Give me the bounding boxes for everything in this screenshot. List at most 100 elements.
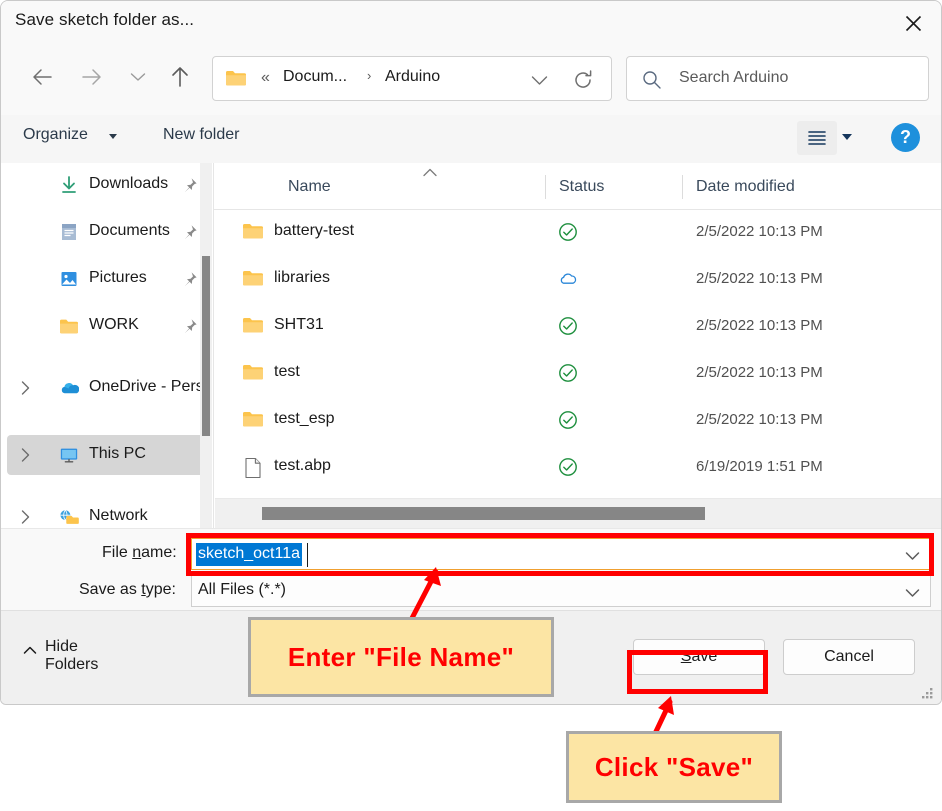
sidebar-item-onedrive[interactable]: OneDrive - Perso: [7, 368, 212, 408]
file-date-modified: 2/5/2022 10:13 PM: [696, 317, 823, 334]
dialog-title: Save sketch folder as...: [15, 10, 195, 29]
new-folder-button[interactable]: New folder: [163, 126, 239, 144]
file-name[interactable]: libraries: [274, 269, 330, 287]
breadcrumb-item-documents[interactable]: Docum...: [283, 68, 347, 86]
synced-check-icon: [558, 316, 578, 336]
sidebar-item-label: Documents: [89, 222, 170, 239]
column-header-date-modified[interactable]: Date modified: [696, 178, 795, 196]
document-icon: [59, 222, 79, 242]
save-as-type-label: Save as type:: [79, 581, 176, 598]
network-icon: [59, 507, 79, 527]
annotation-callout-save: Click "Save": [566, 731, 782, 803]
file-date-modified: 2/5/2022 10:13 PM: [696, 270, 823, 287]
command-bar: Organize New folder ?: [1, 115, 941, 164]
file-name-chevron-down-icon[interactable]: [905, 548, 920, 566]
folder-icon: [242, 410, 264, 432]
folder-icon: [59, 316, 79, 336]
column-header-name[interactable]: Name: [288, 178, 331, 196]
organize-button[interactable]: Organize: [23, 126, 88, 144]
save-as-dialog: Save sketch folder as... « Docum... › Ar…: [0, 0, 942, 705]
table-row[interactable]: test 2/5/2022 10:13 PM: [214, 350, 941, 397]
sidebar-item-label: WORK: [89, 316, 139, 333]
chevron-right-icon[interactable]: [21, 510, 30, 527]
table-row[interactable]: SHT31 2/5/2022 10:13 PM: [214, 303, 941, 350]
folder-icon: [242, 269, 264, 291]
pin-icon[interactable]: [182, 177, 198, 198]
search-icon: [642, 70, 662, 95]
up-icon[interactable]: [161, 57, 199, 97]
recent-locations-chevron-down-icon[interactable]: [119, 57, 157, 97]
organize-caret-icon[interactable]: [109, 134, 117, 139]
address-bar[interactable]: « Docum... › Arduino: [212, 56, 612, 101]
file-name[interactable]: test_esp: [274, 410, 334, 428]
cancel-button[interactable]: Cancel: [783, 639, 915, 675]
file-list-horizontal-scrollbar-thumb[interactable]: [262, 507, 705, 520]
sidebar-item-label: This PC: [89, 445, 146, 462]
chevron-right-icon[interactable]: [21, 448, 30, 465]
file-name[interactable]: test: [274, 363, 300, 381]
sidebar-scrollbar-thumb[interactable]: [202, 256, 210, 436]
pin-icon[interactable]: [182, 318, 198, 339]
back-icon[interactable]: [23, 57, 61, 97]
sidebar-item-label: OneDrive - Perso: [89, 378, 212, 395]
sidebar-item-this-pc[interactable]: This PC: [7, 435, 212, 475]
navigation-sidebar[interactable]: Downloads Documents Pictures WORK OneDri…: [1, 163, 212, 528]
view-caret-icon[interactable]: [842, 134, 852, 140]
file-list-horizontal-scrollbar[interactable]: [215, 498, 941, 528]
file-name-input[interactable]: sketch_oct11a: [191, 538, 931, 570]
pin-icon[interactable]: [182, 271, 198, 292]
chevron-right-icon[interactable]: [21, 381, 30, 398]
file-name[interactable]: battery-test: [274, 222, 354, 240]
file-list-header: Name Status Date modified: [214, 163, 941, 210]
screenshot-root: Save sketch folder as... « Docum... › Ar…: [0, 0, 942, 811]
view-list-icon[interactable]: [797, 121, 837, 155]
pin-icon[interactable]: [182, 224, 198, 245]
address-chevron-down-icon[interactable]: [525, 68, 553, 92]
file-date-modified: 2/5/2022 10:13 PM: [696, 411, 823, 428]
save-as-type-select[interactable]: All Files (*.*): [191, 575, 931, 607]
hide-folders-label: Hide Folders: [45, 638, 99, 673]
resize-grip-icon[interactable]: [922, 687, 934, 699]
save-as-type-chevron-down-icon[interactable]: [905, 585, 920, 603]
sidebar-item-network[interactable]: Network: [7, 497, 212, 528]
synced-check-icon: [558, 457, 578, 477]
table-row[interactable]: battery-test 2/5/2022 10:13 PM: [214, 209, 941, 256]
folder-icon: [242, 222, 264, 244]
breadcrumb-item-arduino[interactable]: Arduino: [385, 68, 440, 86]
file-date-modified: 2/5/2022 10:13 PM: [696, 223, 823, 240]
column-header-status[interactable]: Status: [559, 178, 604, 196]
table-row[interactable]: test.abp 6/19/2019 1:51 PM: [214, 444, 941, 491]
column-divider[interactable]: [545, 175, 546, 199]
file-name-label: File name:: [102, 544, 177, 561]
folder-icon: [242, 316, 264, 338]
close-icon[interactable]: [885, 1, 941, 45]
sidebar-scrollbar[interactable]: [200, 163, 212, 528]
sort-ascending-icon: [422, 165, 438, 180]
sidebar-item-downloads[interactable]: Downloads: [7, 165, 212, 205]
search-input[interactable]: Search Arduino: [679, 69, 788, 87]
synced-check-icon: [558, 222, 578, 242]
save-form: File name: sketch_oct11a Save as type: A…: [1, 528, 941, 611]
file-name-input-value[interactable]: sketch_oct11a: [196, 543, 302, 566]
table-row[interactable]: libraries 2/5/2022 10:13 PM: [214, 256, 941, 303]
file-name[interactable]: SHT31: [274, 316, 324, 334]
help-icon[interactable]: ?: [891, 123, 920, 152]
column-divider[interactable]: [682, 175, 683, 199]
annotation-callout-file-name: Enter "File Name": [248, 617, 554, 697]
onedrive-icon: [59, 378, 79, 398]
search-box[interactable]: Search Arduino: [626, 56, 929, 101]
breadcrumb-separator[interactable]: ›: [367, 68, 371, 83]
text-caret: [307, 543, 308, 567]
file-list[interactable]: Name Status Date modified battery-test 2…: [213, 163, 941, 528]
refresh-icon[interactable]: [569, 67, 597, 93]
folder-icon: [225, 69, 247, 92]
forward-icon[interactable]: [73, 57, 111, 97]
table-row[interactable]: test_esp 2/5/2022 10:13 PM: [214, 397, 941, 444]
sidebar-item-documents[interactable]: Documents: [7, 212, 212, 252]
breadcrumb-overflow[interactable]: «: [261, 69, 270, 87]
sidebar-item-work[interactable]: WORK: [7, 306, 212, 346]
navigation-bar: « Docum... › Arduino Search Arduino: [1, 47, 941, 115]
save-button[interactable]: Save: [633, 639, 765, 675]
file-name[interactable]: test.abp: [274, 457, 331, 475]
sidebar-item-pictures[interactable]: Pictures: [7, 259, 212, 299]
